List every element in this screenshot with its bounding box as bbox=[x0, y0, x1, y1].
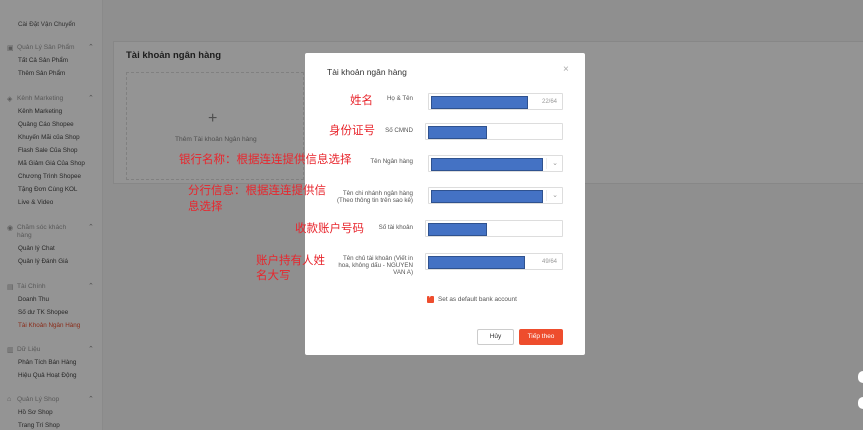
select-divider bbox=[546, 158, 547, 169]
annotation-branch-line2: 息选择 bbox=[188, 199, 223, 213]
name-char-counter: 22/64 bbox=[541, 99, 557, 105]
redaction-block bbox=[431, 190, 543, 203]
branch-select[interactable]: ⌄ bbox=[428, 187, 563, 204]
bank-account-modal: Tài khoản ngân hàng × Họ & Tên 22/64 Số … bbox=[305, 53, 585, 355]
redaction-block bbox=[431, 158, 543, 171]
annotation-name: 姓名 bbox=[350, 93, 373, 107]
select-divider bbox=[546, 190, 547, 201]
chevron-down-icon[interactable]: ⌄ bbox=[552, 159, 558, 167]
annotation-account: 收款账户号码 bbox=[295, 221, 364, 235]
bank-name-label: Tên Ngân hàng bbox=[370, 158, 413, 165]
account-number-label: Số tài khoản bbox=[378, 224, 413, 231]
redaction-block bbox=[428, 126, 487, 139]
default-account-label: Set as default bank account bbox=[438, 296, 517, 303]
holder-name-label: Tên chủ tài khoản (Viết in hoa, không dấ… bbox=[338, 255, 413, 276]
annotation-holder-line2: 名大写 bbox=[256, 268, 291, 282]
holder-name-char-counter: 49/64 bbox=[541, 259, 557, 265]
branch-label: Tên chi nhánh ngân hàng (Theo thông tin … bbox=[336, 190, 413, 204]
bank-name-select[interactable]: ⌄ bbox=[428, 155, 563, 172]
modal-title: Tài khoản ngân hàng bbox=[327, 67, 407, 77]
redaction-block bbox=[431, 96, 528, 109]
redaction-block bbox=[428, 223, 487, 236]
annotation-branch-line1: 分行信息：根据连连提供信 bbox=[188, 183, 326, 197]
redaction-block bbox=[428, 256, 525, 269]
close-icon[interactable]: × bbox=[563, 64, 569, 75]
annotation-holder-line1: 账户持有人姓 bbox=[256, 253, 325, 267]
check-icon: ✓ bbox=[428, 294, 434, 300]
annotation-id-number: 身份证号 bbox=[329, 123, 375, 137]
name-label: Họ & Tên bbox=[386, 95, 413, 102]
name-input[interactable]: 22/64 bbox=[428, 93, 563, 110]
annotation-bank: 银行名称：根据连连提供信息选择 bbox=[179, 152, 352, 166]
account-number-input[interactable] bbox=[425, 220, 563, 237]
holder-name-input[interactable]: 49/64 bbox=[425, 253, 563, 270]
floating-widget[interactable] bbox=[858, 397, 863, 409]
id-number-input[interactable] bbox=[425, 123, 563, 140]
next-button[interactable]: Tiếp theo bbox=[519, 329, 563, 345]
cancel-button[interactable]: Hủy bbox=[477, 329, 514, 345]
floating-widget[interactable] bbox=[858, 371, 863, 383]
chevron-down-icon[interactable]: ⌄ bbox=[552, 191, 558, 199]
